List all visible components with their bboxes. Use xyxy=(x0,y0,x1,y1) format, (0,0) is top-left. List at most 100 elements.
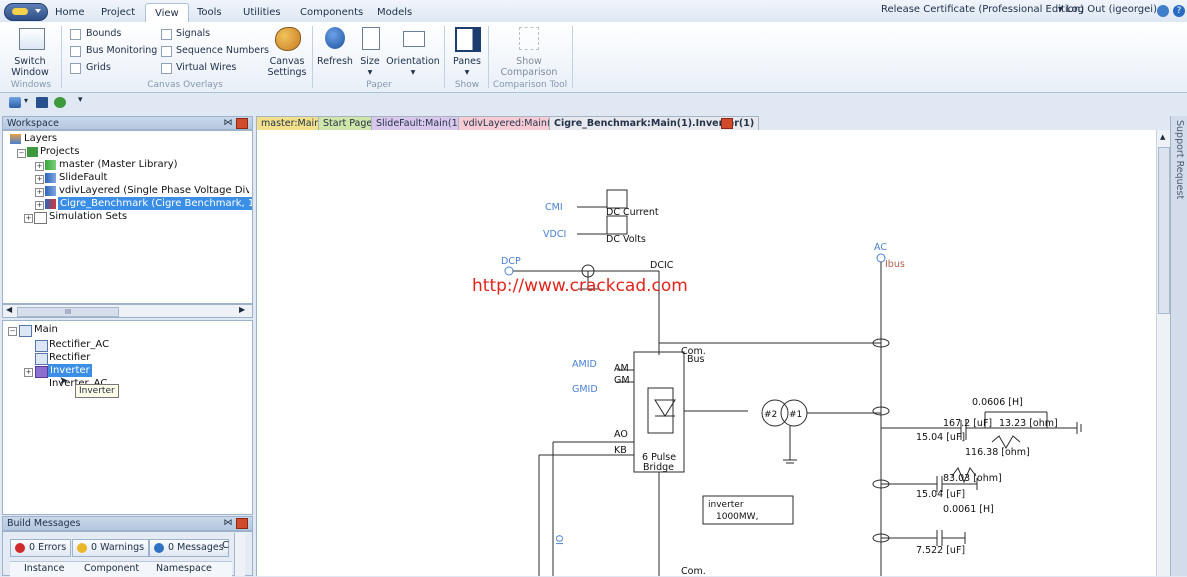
canvas-overlays-group-label: Canvas Overlays xyxy=(147,80,223,90)
module-icon xyxy=(19,325,32,337)
expand-icon[interactable]: + xyxy=(24,214,33,223)
tree-main[interactable]: Main xyxy=(34,323,58,336)
doc-tab-master-main[interactable]: master:Main xyxy=(256,116,326,131)
column-component[interactable]: Component xyxy=(84,563,139,574)
module-icon xyxy=(35,366,48,378)
help-icon[interactable]: ? xyxy=(1173,5,1185,17)
capacitor-value-1: 167.2 [uF] xyxy=(943,418,992,429)
save-icon[interactable] xyxy=(36,97,48,108)
close-icon[interactable] xyxy=(236,518,248,529)
build-messages-scrollbar[interactable] xyxy=(234,533,245,576)
am-port-label: AM xyxy=(614,363,629,374)
ribbon-tab-bar: Home Project View Tools Utilities Compon… xyxy=(0,0,1187,23)
errors-filter-button[interactable]: 0 Errors xyxy=(10,539,72,557)
tab-models[interactable]: Models xyxy=(368,3,421,22)
tab-tools[interactable]: Tools xyxy=(188,3,231,22)
workspace-title: Workspace xyxy=(7,118,59,129)
scroll-right-icon[interactable]: ▶ xyxy=(239,305,245,314)
canvas-vscrollbar[interactable]: ▲ xyxy=(1156,130,1170,576)
tree-layers[interactable]: Layers xyxy=(24,132,57,145)
more-filter-label[interactable]: C xyxy=(222,540,229,551)
tab-view[interactable]: View xyxy=(145,3,189,23)
expand-icon[interactable]: + xyxy=(35,188,44,197)
vdci-label: VDCI xyxy=(543,229,566,240)
collapse-icon[interactable]: − xyxy=(17,149,26,158)
canvas-settings-label-1: Canvas xyxy=(269,56,305,67)
doc-tab-start-page[interactable]: Start Page xyxy=(318,116,378,131)
panes-label: Panes xyxy=(453,56,481,67)
tree-rectifier[interactable]: Rectifier xyxy=(49,351,90,364)
tab-project[interactable]: Project xyxy=(92,3,144,22)
dc-current-meter[interactable] xyxy=(606,189,628,209)
paper-group-label: Paper xyxy=(366,80,392,90)
expand-icon[interactable]: + xyxy=(35,162,44,171)
messages-filter-button[interactable]: 0 Messages xyxy=(149,539,229,557)
tree-simulation-sets[interactable]: Simulation Sets xyxy=(49,210,127,223)
cmi-label: CMI xyxy=(545,202,563,213)
tree-rectifier-ac[interactable]: Rectifier_AC xyxy=(49,338,109,351)
application-menu-button[interactable] xyxy=(4,3,48,21)
capacitor-value-4: 7.522 [uF] xyxy=(916,545,965,556)
window-icon xyxy=(19,28,45,50)
ac-node[interactable] xyxy=(876,253,886,263)
scroll-thumb[interactable]: III xyxy=(17,307,119,317)
project-icon xyxy=(45,199,56,209)
tab-home[interactable]: Home xyxy=(46,3,94,22)
column-instance[interactable]: Instance xyxy=(24,563,64,574)
scroll-thumb[interactable] xyxy=(1158,147,1170,314)
panes-dropdown[interactable]: Panes ▾ xyxy=(449,24,485,78)
chevron-down-icon: ▾ xyxy=(367,67,373,78)
warning-icon xyxy=(77,543,87,553)
scroll-up-icon[interactable]: ▲ xyxy=(1160,133,1165,141)
mouse-cursor-icon: ➤ xyxy=(59,374,69,387)
dcp-node[interactable] xyxy=(504,266,514,276)
expand-icon[interactable]: + xyxy=(35,175,44,184)
canvas-settings-button[interactable]: Canvas Settings xyxy=(264,24,310,78)
capacitor-value-2: 15.04 [uF] xyxy=(916,432,965,443)
doc-tab-slidefault[interactable]: SlideFault:Main(1) xyxy=(371,116,467,131)
show-comparison-button[interactable]: Show Comparison xyxy=(493,24,565,78)
navigate-icon[interactable] xyxy=(1157,5,1169,17)
build-messages-columns: Instance Component Namespace xyxy=(10,561,232,577)
refresh-button[interactable]: Refresh xyxy=(316,24,354,78)
column-namespace[interactable]: Namespace xyxy=(156,563,212,574)
ac-label: AC xyxy=(874,242,887,253)
canvas-settings-label-2: Settings xyxy=(267,67,307,78)
workspace-hscrollbar[interactable]: ◀ III ▶ xyxy=(2,304,253,318)
schematic-canvas[interactable]: CMI VDCI DC Current DC Volts DCP DCIC AC… xyxy=(256,130,1170,576)
build-messages-title: Build Messages xyxy=(7,518,81,529)
tree-project-slidefault[interactable]: SlideFault xyxy=(59,171,107,184)
chevron-down-icon[interactable]: ▾ xyxy=(24,96,28,105)
logout-menu[interactable]: ▾ Log Out (igeorgei) xyxy=(1058,4,1157,15)
dc-volts-meter[interactable] xyxy=(606,215,628,235)
close-tab-icon[interactable] xyxy=(721,118,733,129)
collapse-icon[interactable]: − xyxy=(8,327,17,336)
tab-components[interactable]: Components xyxy=(291,3,372,22)
warnings-filter-button[interactable]: 0 Warnings xyxy=(72,539,150,557)
ribbon-separator xyxy=(488,26,489,88)
new-project-icon[interactable] xyxy=(9,97,21,108)
scroll-left-icon[interactable]: ◀ xyxy=(6,305,12,314)
customize-toolbar-icon[interactable]: ▾ xyxy=(78,95,83,105)
tree-project-vdivlayered[interactable]: vdivLayered (Single Phase Voltage Divide xyxy=(59,184,249,197)
tree-project-master[interactable]: master (Master Library) xyxy=(59,158,178,171)
expand-icon[interactable]: + xyxy=(24,368,33,377)
release-certificate-link[interactable]: Release Certificate (Professional Editio… xyxy=(881,4,1084,15)
watermark-text: http://www.crackcad.com xyxy=(472,276,688,296)
tree-projects[interactable]: Projects xyxy=(40,145,79,158)
tree-inverter[interactable]: Inverter xyxy=(48,364,92,377)
expand-icon[interactable]: + xyxy=(35,201,44,210)
build-messages-header: Build Messages xyxy=(2,516,253,531)
tree-project-cigre-benchmark[interactable]: Cigre_Benchmark (Cigre Benchmark, 12 p xyxy=(58,197,252,210)
support-request-sidebar[interactable]: Support Request xyxy=(1170,116,1187,576)
chevron-down-icon: ▾ xyxy=(464,67,470,78)
tab-utilities[interactable]: Utilities xyxy=(234,3,290,22)
orientation-dropdown[interactable]: Orientation ▾ xyxy=(385,24,441,78)
pin-icon[interactable]: ⋈ xyxy=(222,518,234,528)
hierarchy-tree: − Main Rectifier_AC Rectifier + Inverter… xyxy=(2,320,253,515)
close-icon[interactable] xyxy=(236,118,248,129)
size-dropdown[interactable]: Size ▾ xyxy=(357,24,383,78)
switch-window-button[interactable]: Switch Window xyxy=(5,24,55,78)
run-icon[interactable] xyxy=(54,97,66,108)
pin-icon[interactable]: ⋈ xyxy=(222,118,234,128)
